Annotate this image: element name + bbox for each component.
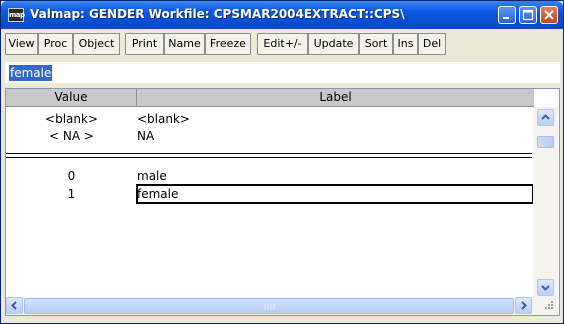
valmap-window: map Valmap: GENDER Workfile: CPSMAR2004E… [0, 0, 564, 324]
section-divider-top [6, 153, 532, 154]
close-icon [544, 10, 554, 20]
proc-button[interactable]: Proc [38, 33, 73, 55]
edit-field-value[interactable]: female [9, 65, 53, 81]
freeze-button[interactable]: Freeze [205, 33, 251, 55]
edit-toggle-button[interactable]: Edit+/- [257, 33, 308, 55]
row-value-cell[interactable]: 0 [6, 168, 137, 184]
print-button[interactable]: Print [125, 33, 164, 55]
scroll-right-button[interactable] [515, 297, 532, 314]
blank-label-cell[interactable]: <blank> [137, 111, 190, 127]
minimize-button[interactable] [498, 6, 516, 24]
active-cell-outline [136, 184, 534, 204]
na-value-cell[interactable]: < NA > [6, 128, 137, 144]
vertical-scroll-thumb[interactable] [537, 136, 554, 148]
view-button[interactable]: View [5, 33, 38, 55]
chevron-down-icon [541, 285, 550, 291]
scroll-up-button[interactable] [537, 109, 554, 126]
cell-edit-field[interactable]: female [5, 62, 560, 83]
maximize-button[interactable] [519, 6, 537, 24]
vertical-scrollbar[interactable] [533, 107, 558, 297]
resize-grip-icon[interactable] [536, 295, 556, 313]
close-button[interactable] [540, 6, 558, 24]
object-button[interactable]: Object [73, 33, 120, 55]
title-bar[interactable]: map Valmap: GENDER Workfile: CPSMAR2004E… [1, 1, 563, 29]
minimize-icon [503, 17, 509, 19]
row-label-cell[interactable]: male [137, 168, 167, 184]
grip-lines-icon [264, 304, 275, 310]
valmap-app-icon[interactable]: map [8, 8, 25, 22]
na-label-cell[interactable]: NA [137, 128, 154, 144]
valmap-grid: Value Label <blank> <blank> < NA > NA 0 … [5, 88, 560, 316]
delete-button[interactable]: Del [418, 33, 446, 55]
chevron-right-icon [521, 301, 527, 310]
blank-value-cell[interactable]: <blank> [6, 111, 137, 127]
scroll-left-button[interactable] [6, 297, 23, 314]
maximize-icon [522, 9, 534, 21]
update-button[interactable]: Update [308, 33, 359, 55]
horizontal-scrollbar[interactable] [6, 297, 558, 315]
horizontal-scroll-thumb[interactable] [24, 298, 514, 314]
value-column-header[interactable]: Value [6, 89, 137, 107]
toolbar: View Proc Object Print Name Freeze Edit+… [5, 33, 561, 56]
chevron-left-icon [11, 301, 17, 310]
section-divider-bottom [6, 157, 532, 158]
scroll-down-button[interactable] [537, 279, 554, 296]
chevron-up-icon [541, 114, 550, 120]
sort-button[interactable]: Sort [359, 33, 393, 55]
row-value-cell[interactable]: 1 [6, 186, 137, 202]
label-column-header[interactable]: Label [137, 89, 534, 107]
window-title: Valmap: GENDER Workfile: CPSMAR2004EXTRA… [30, 7, 405, 21]
name-button[interactable]: Name [164, 33, 205, 55]
insert-button[interactable]: Ins [393, 33, 418, 55]
